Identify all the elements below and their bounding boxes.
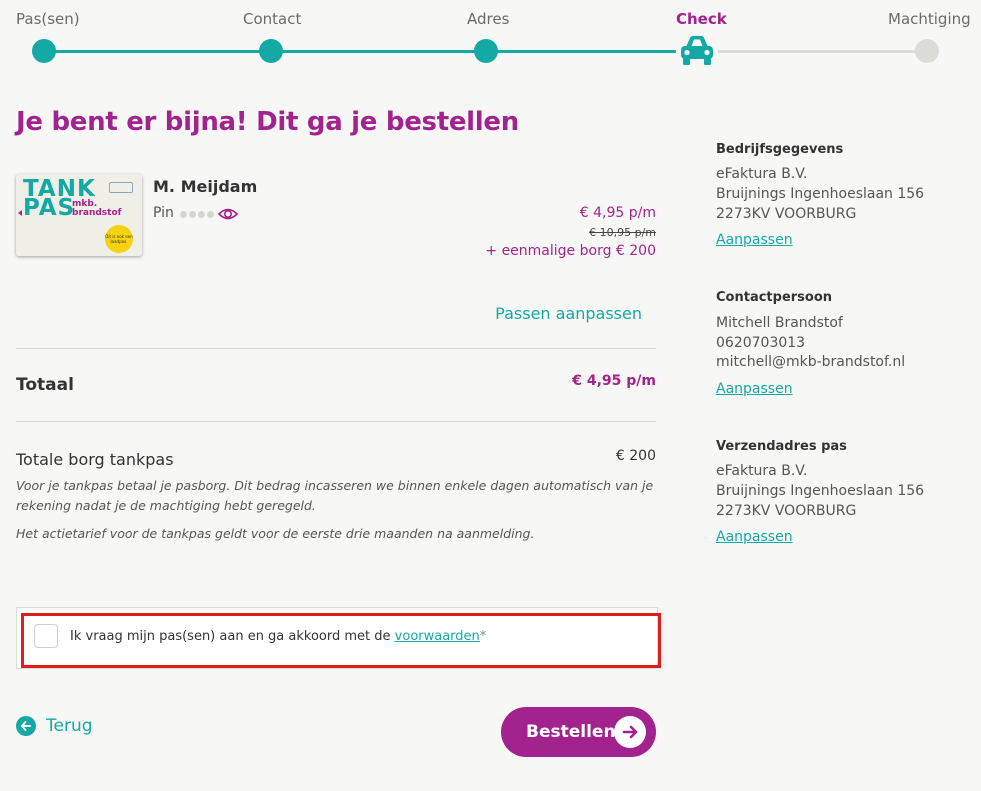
progress-track-todo [697,50,927,53]
step-label-machtiging: Machtiging [888,10,971,28]
eye-icon[interactable] [217,205,239,227]
card-brand-sub: mkb. brandstof [72,199,122,218]
contact-line: Mitchell Brandstof [716,315,843,331]
contact-heading: Contactpersoon [716,290,833,305]
order-button[interactable]: Bestellen [501,707,656,757]
step-dot-passen[interactable] [32,39,56,63]
divider [16,421,656,422]
card-old-price: € 10,95 p/m [589,226,656,239]
contact-line: 0620703013 [716,335,806,351]
card-price: € 4,95 p/m [579,205,656,221]
company-heading: Bedrijfsgegevens [716,142,844,157]
step-label-contact[interactable]: Contact [243,10,301,28]
company-line: eFaktura B.V. [716,166,808,182]
step-dot-machtiging [915,39,939,63]
deposit-note: Voor je tankpas betaal je pasborg. Dit b… [16,478,654,513]
total-value: € 4,95 p/m [572,373,656,389]
card-holder-name: M. Meijdam [153,177,258,196]
step-label-check: Check [676,10,727,28]
deposit-value: € 200 [615,448,656,464]
shipping-heading: Verzendadres pas [716,439,847,454]
adjust-cards-link[interactable]: Passen aanpassen [495,304,642,323]
progress-track-done [44,50,697,53]
total-label: Totaal [16,375,74,395]
step-label-passen[interactable]: Pas(sen) [16,10,80,28]
edit-shipping-link[interactable]: Aanpassen [716,529,793,545]
promo-note: Het actietarief voor de tankpas geldt vo… [16,526,535,541]
arrow-left-icon [16,716,36,736]
step-label-adres[interactable]: Adres [467,10,509,28]
shipping-line: 2273KV VOORBURG [716,503,857,519]
card-sticker: Dit is ook een laadpas. [105,225,133,253]
company-line: Bruijnings Ingenhoeslaan 156 [716,186,925,202]
card-triangle-icon [18,210,22,216]
shipping-line: Bruijnings Ingenhoeslaan 156 [716,483,925,499]
card-deposit-line: + eenmalige borg € 200 [485,243,656,259]
tankpas-card-image: TANK PAS mkb. brandstof Dit is ook een la… [16,174,142,256]
card-logo-mark [109,182,133,193]
contact-line: mitchell@mkb-brandstof.nl [716,354,906,370]
pin-masked-value [180,211,214,218]
terms-checkbox[interactable] [34,624,58,648]
card-brand-pas: PAS [23,195,76,221]
terms-link[interactable]: voorwaarden [395,629,480,644]
edit-contact-link[interactable]: Aanpassen [716,381,793,397]
page-title: Je bent er bijna! Dit ga je bestellen [16,107,519,137]
car-icon [676,33,718,69]
shipping-line: eFaktura B.V. [716,463,808,479]
arrow-right-icon [614,716,646,748]
terms-agreement-label[interactable]: Ik vraag mijn pas(sen) aan en ga akkoord… [70,629,486,644]
order-label: Bestellen [526,722,616,742]
back-label: Terug [46,716,93,736]
step-dot-contact[interactable] [259,39,283,63]
divider [16,348,656,349]
edit-company-link[interactable]: Aanpassen [716,232,793,248]
deposit-title: Totale borg tankpas [16,450,174,469]
back-button[interactable]: Terug [16,716,93,736]
step-dot-adres[interactable] [474,39,498,63]
pin-label: Pin [153,205,174,221]
company-line: 2273KV VOORBURG [716,206,857,222]
